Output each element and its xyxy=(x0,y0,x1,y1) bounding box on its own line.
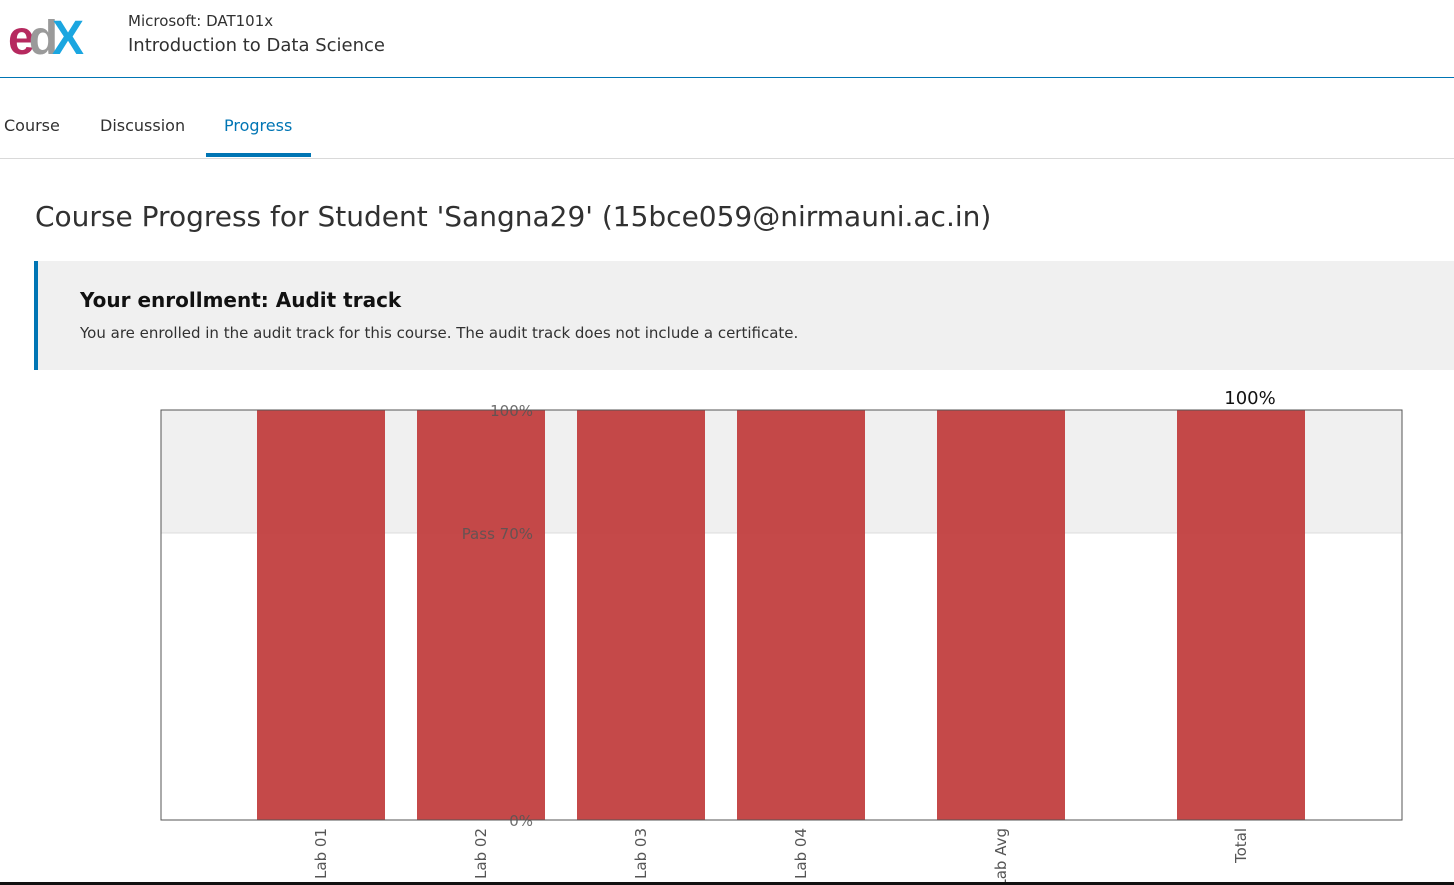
bar-lab-03 xyxy=(577,410,705,820)
y-tick-label: 100% xyxy=(490,402,533,420)
enrollment-banner: Your enrollment: Audit track You are enr… xyxy=(34,261,1454,370)
x-tick-label: Total xyxy=(1232,828,1250,864)
bar-lab-01 xyxy=(257,410,385,820)
x-tick-label: Lab Avg xyxy=(992,828,1010,885)
active-tab-indicator xyxy=(206,153,311,157)
svg-text:edX: edX xyxy=(8,12,84,60)
bar-lab-02 xyxy=(417,410,545,820)
tab-course[interactable]: Course xyxy=(4,116,60,135)
edx-logo[interactable]: edX xyxy=(8,12,106,60)
y-tick-label: Pass 70% xyxy=(462,525,533,543)
grade-chart-svg: Lab 01 Lab 02 Lab 03 Lab 04 Lab Avg Total 100%… xyxy=(160,388,1403,885)
tab-discussion[interactable]: Discussion xyxy=(100,116,185,135)
bar-lab-04 xyxy=(737,410,865,820)
banner-title: Your enrollment: Audit track xyxy=(80,288,402,312)
tab-progress[interactable]: Progress xyxy=(224,116,292,135)
bar-lab-avg xyxy=(937,410,1065,820)
x-tick-label: Lab 04 xyxy=(792,828,810,879)
bar-total xyxy=(1177,410,1305,820)
page-title: Course Progress for Student 'Sangna29' (… xyxy=(35,200,992,233)
total-value-label: 100% xyxy=(1224,388,1275,409)
x-tick-label: Lab 01 xyxy=(312,828,330,879)
x-tick-label: Lab 02 xyxy=(472,828,490,879)
grade-chart: Lab 01 Lab 02 Lab 03 Lab 04 Lab Avg Total 100%… xyxy=(0,380,1454,885)
y-tick-label: 0% xyxy=(509,812,533,830)
banner-text: You are enrolled in the audit track for … xyxy=(80,324,799,342)
course-name: Introduction to Data Science xyxy=(128,35,385,56)
course-org: Microsoft: DAT101x xyxy=(128,12,274,30)
x-tick-label: Lab 03 xyxy=(632,828,650,879)
course-header: edX Microsoft: DAT101x Introduction to D… xyxy=(0,0,1454,78)
course-tabs: Course Discussion Progress xyxy=(0,78,1454,159)
